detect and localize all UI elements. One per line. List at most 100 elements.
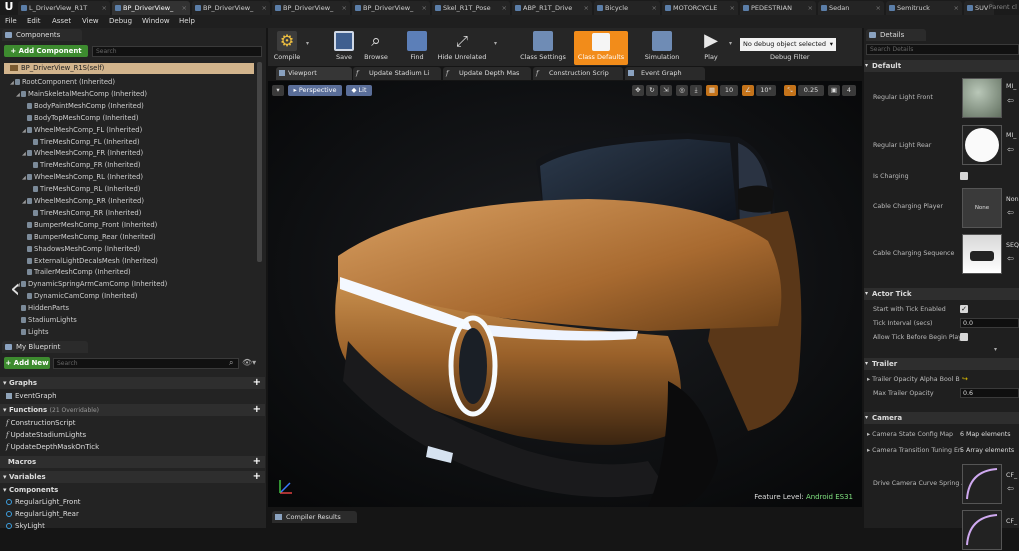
file-tab[interactable]: MOTORCYCLE × <box>662 1 738 15</box>
cable-charging-player-asset[interactable]: Non <box>1006 196 1019 203</box>
close-tab-icon[interactable]: × <box>876 1 881 15</box>
add-component-button[interactable]: + Add Component <box>4 45 88 57</box>
component-tree-item[interactable]: BodyPaintMeshComp (Inherited) <box>22 101 144 112</box>
component-tree-item[interactable]: ◢ RootComponent (Inherited) <box>10 77 115 88</box>
functions-section[interactable]: ▾ Functions (21 Overridable) + <box>0 404 265 416</box>
simulation-button[interactable]: Simulation <box>642 31 682 65</box>
regular-light-rear-asset[interactable]: MI_ <box>1006 132 1016 139</box>
details-section-actor-tick[interactable]: Actor Tick <box>864 288 1019 300</box>
file-tab[interactable]: Skel_R1T_Pose × <box>432 1 510 15</box>
cable-charging-sequence-thumbnail[interactable] <box>962 234 1002 274</box>
components-search-input[interactable]: Search <box>92 46 262 57</box>
rotate-tool-icon[interactable]: ↻ <box>646 85 658 96</box>
compile-button[interactable]: ⚙ Compile <box>272 31 302 65</box>
variables-components-category[interactable]: ▾ Components <box>3 484 58 496</box>
close-tab-icon[interactable]: × <box>422 1 427 15</box>
tab-viewport[interactable]: Viewport <box>276 67 352 80</box>
component-tree-item[interactable]: TireMeshComp_FL (Inherited) <box>28 137 140 148</box>
play-options-chevron-icon[interactable]: ▾ <box>729 40 732 47</box>
variable-item-skylight[interactable]: SkyLight <box>6 520 45 532</box>
regular-light-rear-thumbnail[interactable] <box>962 125 1002 165</box>
next-curve-thumbnail[interactable] <box>962 510 1002 550</box>
cable-charging-sequence-asset[interactable]: SEQ <box>1006 242 1019 249</box>
tab-update-stadium-lights[interactable]: f Update Stadium Li <box>353 67 441 80</box>
add-variable-icon[interactable]: + <box>253 471 261 483</box>
close-tab-icon[interactable]: × <box>502 1 507 15</box>
add-function-icon[interactable]: + <box>253 404 261 416</box>
class-defaults-button[interactable]: Class Defaults <box>574 31 628 65</box>
component-tree-item[interactable]: ◢ WheelMeshComp_FR (Inherited) <box>22 148 143 159</box>
component-tree-item[interactable]: StadiumLights <box>16 315 77 326</box>
component-tree-item[interactable]: ◢ WheelMeshComp_RR (Inherited) <box>22 196 144 207</box>
component-self-row[interactable]: BP_DriverView_R1S(self) <box>4 63 254 74</box>
macros-section[interactable]: Macros + <box>0 456 265 468</box>
details-section-trailer[interactable]: Trailer <box>864 358 1019 370</box>
component-tree-item[interactable]: TireMeshComp_FR (Inherited) <box>28 160 141 171</box>
view-options-eye-icon[interactable]: 👁︎▾ <box>242 358 260 367</box>
file-tab[interactable]: PEDESTRIAN × <box>740 1 816 15</box>
components-scrollbar[interactable] <box>257 62 262 262</box>
file-tab[interactable]: Bicycle × <box>594 1 660 15</box>
component-tree-item[interactable]: ◢ MainSkeletalMeshComp (Inherited) <box>16 89 147 100</box>
start-with-tick-checkbox[interactable]: ✓ <box>960 305 968 313</box>
function-item-constructionscript[interactable]: f ConstructionScript <box>6 417 75 429</box>
add-new-button[interactable]: + Add New <box>4 357 50 369</box>
close-tab-icon[interactable]: × <box>262 1 267 15</box>
play-button[interactable]: ▶ Play <box>696 31 726 65</box>
blueprint-viewport[interactable]: ▾ ▸ Perspective ◆ Lit ✥ ↻ ⇲ ◎ ⤓ ▦ 10 ∠ 1… <box>268 81 862 507</box>
component-tree-item[interactable]: ◢ WheelMeshComp_FL (Inherited) <box>22 125 142 136</box>
close-tab-icon[interactable]: × <box>954 1 959 15</box>
component-tree-item[interactable]: BumperMeshComp_Rear (Inherited) <box>22 232 156 243</box>
component-tree-item[interactable]: BodyTopMeshComp (Inherited) <box>22 113 138 124</box>
tab-update-depth-mask[interactable]: f Update Depth Mas <box>443 67 531 80</box>
cable-charging-player-thumbnail[interactable]: None <box>962 188 1002 228</box>
is-charging-checkbox[interactable] <box>960 172 968 180</box>
menu-asset[interactable]: Asset <box>52 17 71 25</box>
menu-file[interactable]: File <box>5 17 17 25</box>
tab-event-graph[interactable]: Event Graph <box>625 67 705 80</box>
component-tree-item[interactable]: ◢ WheelMeshComp_RL (Inherited) <box>22 172 143 183</box>
details-search-input[interactable]: Search Details <box>866 44 1019 55</box>
graphs-section[interactable]: ▾ Graphs + <box>0 377 265 389</box>
menu-edit[interactable]: Edit <box>27 17 41 25</box>
details-section-default[interactable]: Default <box>864 60 1019 72</box>
next-curve-asset[interactable]: CF_ <box>1006 518 1017 525</box>
allow-tick-checkbox[interactable] <box>960 333 968 341</box>
perspective-button[interactable]: ▸ Perspective <box>288 85 342 96</box>
use-selected-arrow-icon[interactable]: ⇦ <box>1007 145 1014 154</box>
scale-snap-value[interactable]: 0.25 <box>798 85 824 96</box>
hide-unrelated-chevron-icon[interactable]: ▾ <box>494 40 497 47</box>
components-tab[interactable]: Components <box>2 29 82 41</box>
menu-help[interactable]: Help <box>179 17 195 25</box>
camera-speed-icon[interactable]: ▣ <box>828 85 840 96</box>
world-space-icon[interactable]: ◎ <box>676 85 688 96</box>
tab-construction-script[interactable]: f Construction Scrip <box>533 67 623 80</box>
add-graph-icon[interactable]: + <box>253 377 261 389</box>
rotation-snap-icon[interactable]: ∠ <box>742 85 754 96</box>
max-trailer-opacity-input[interactable]: 0.6 <box>960 388 1019 398</box>
use-selected-arrow-icon[interactable]: ⇦ <box>1007 254 1014 263</box>
camera-speed-value[interactable]: 4 <box>842 85 856 96</box>
use-selected-arrow-icon[interactable]: ⇦ <box>1007 96 1014 105</box>
scale-tool-icon[interactable]: ⇲ <box>660 85 672 96</box>
rotation-snap-value[interactable]: 10° <box>756 85 776 96</box>
use-selected-arrow-icon[interactable]: ⇦ <box>1007 208 1014 217</box>
close-tab-icon[interactable]: × <box>730 1 735 15</box>
expand-advanced-chevron-icon[interactable]: ▾ <box>994 346 997 353</box>
component-tree-item[interactable]: BumperMeshComp_Front (Inherited) <box>22 220 157 231</box>
curve-asset-icon[interactable]: ↪ <box>962 375 968 383</box>
component-tree-item[interactable]: TireMeshComp_RR (Inherited) <box>28 208 141 219</box>
previous-arrow-icon[interactable]: ‹ <box>10 276 20 302</box>
variable-item-regularlight-front[interactable]: RegularLight_Front <box>6 496 81 508</box>
file-tab[interactable]: BP_DriverView_ × <box>272 1 350 15</box>
grid-snap-value[interactable]: 10 <box>720 85 738 96</box>
drive-camera-curve-asset[interactable]: CF_ <box>1006 472 1017 479</box>
regular-light-front-thumbnail[interactable] <box>962 78 1002 118</box>
component-tree-item[interactable]: TrailerMeshComp (Inherited) <box>22 267 131 278</box>
details-section-camera[interactable]: Camera <box>864 412 1019 424</box>
function-item-updatedepthmaskontick[interactable]: f UpdateDepthMaskOnTick <box>6 441 99 453</box>
graph-item-eventgraph[interactable]: EventGraph <box>6 390 57 402</box>
component-tree-item[interactable]: TireMeshComp_RL (Inherited) <box>28 184 140 195</box>
file-tab[interactable]: BP_DriverView_ × <box>352 1 430 15</box>
close-tab-icon[interactable]: × <box>652 1 657 15</box>
